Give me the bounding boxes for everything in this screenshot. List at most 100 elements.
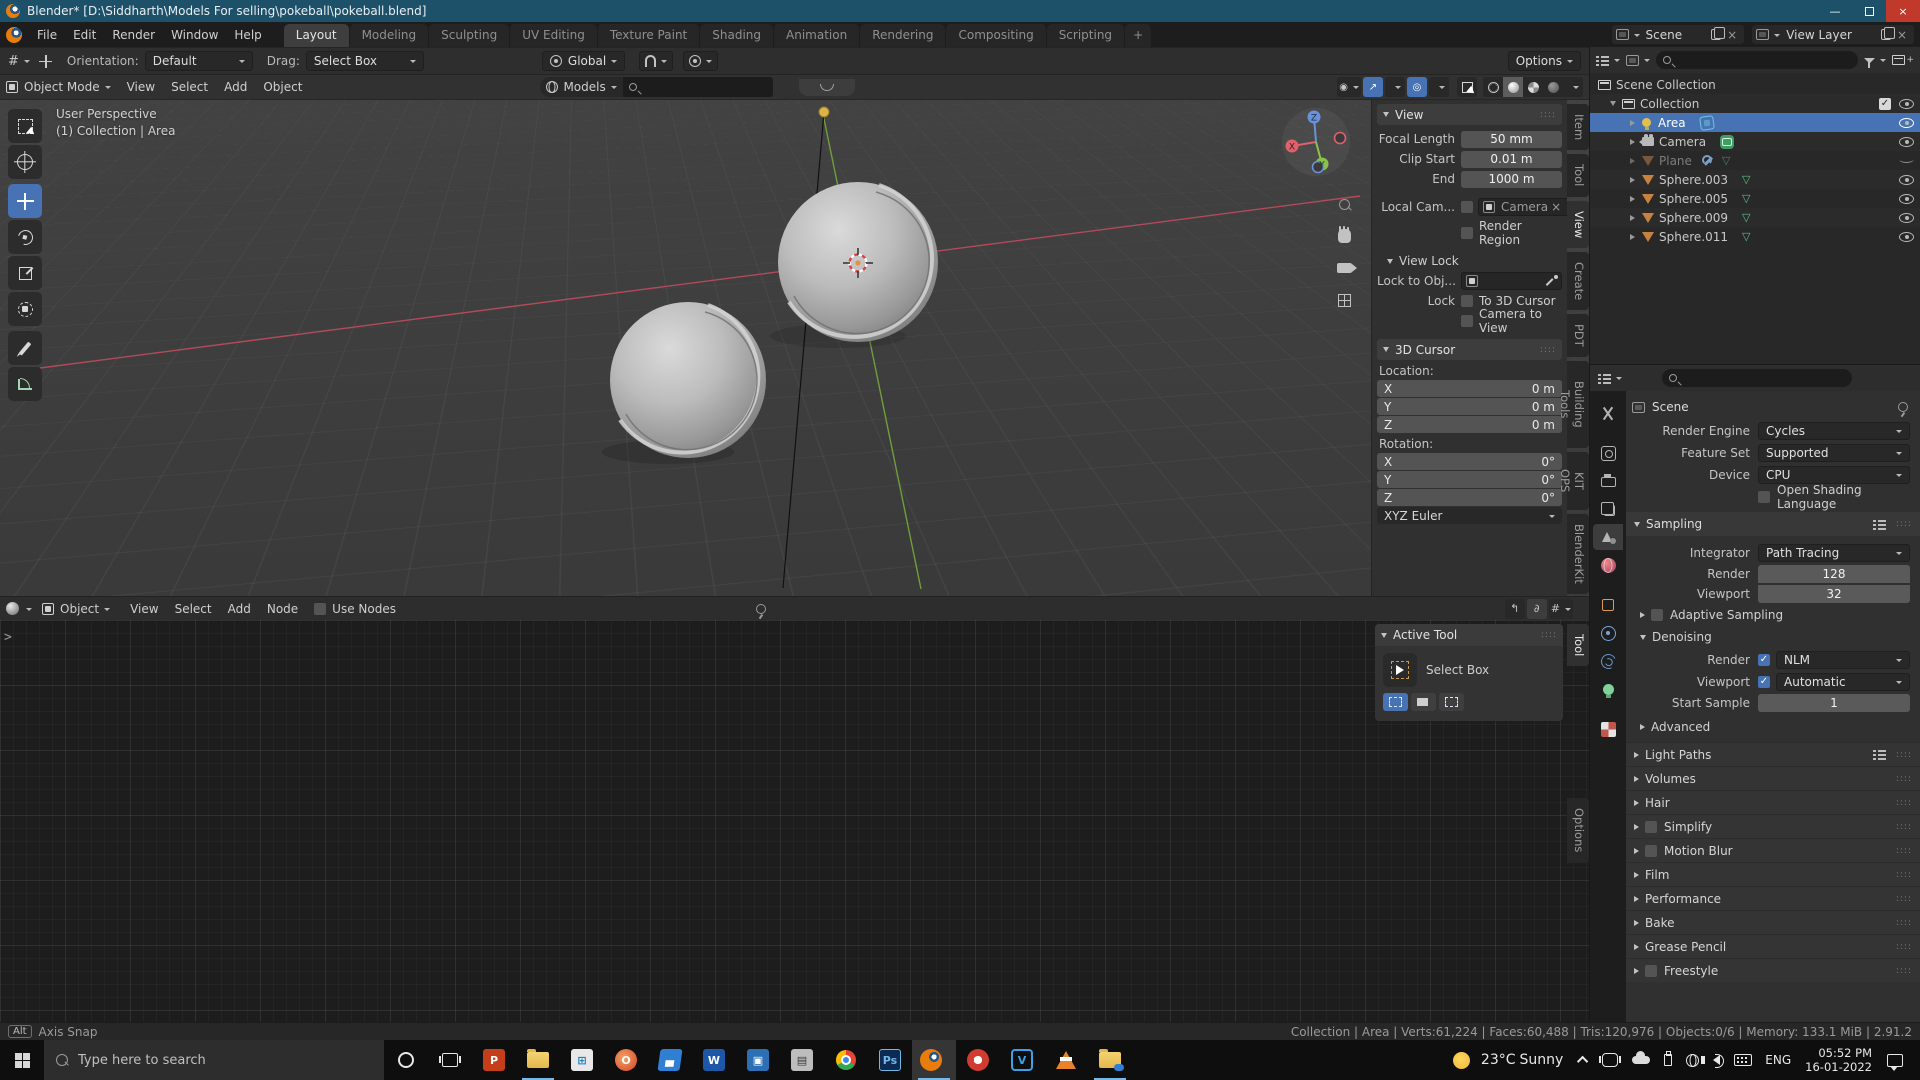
cursor-rotation-z[interactable]: Z 0° (1377, 489, 1562, 506)
gizmos-dropdown[interactable] (1385, 77, 1405, 97)
tab-compositing[interactable]: Compositing (946, 24, 1046, 47)
outliner-row-collection[interactable]: Collection ✓ (1590, 94, 1920, 113)
blenderkit-search-input[interactable] (622, 77, 773, 97)
ortho-toggle-button[interactable] (1332, 288, 1356, 312)
section-film[interactable]: Film:::: (1626, 862, 1920, 886)
drag-grip-icon[interactable]: :::: (1896, 918, 1912, 928)
shading-material-button[interactable] (1523, 77, 1543, 97)
outliner-filter-dropdown[interactable] (1864, 57, 1887, 68)
motion-blur-checkbox[interactable] (1645, 844, 1657, 857)
sidebar-tab-building-tools[interactable]: Building Tools (1558, 360, 1589, 448)
cursor-location-z[interactable]: Z0 m (1377, 416, 1562, 433)
new-scene-icon[interactable] (1711, 27, 1726, 40)
options-dropdown[interactable]: Options (1507, 51, 1581, 71)
clear-icon[interactable]: × (1548, 200, 1564, 214)
panel-view-header[interactable]: View:::: (1377, 104, 1562, 125)
tool-scale[interactable] (8, 256, 42, 290)
properties-tab-render[interactable] (1593, 440, 1623, 466)
blenderkit-assetbar-toggle[interactable] (798, 78, 855, 96)
outliner-search-input[interactable] (1656, 51, 1859, 69)
clip-start-field[interactable]: 0.01 m (1461, 150, 1562, 168)
tool-rotate[interactable] (8, 220, 42, 254)
taskbar-clock[interactable]: 05:52 PM 16-01-2022 (1805, 1046, 1872, 1074)
minimize-button[interactable]: — (1818, 0, 1852, 22)
tool-transform[interactable] (8, 292, 42, 326)
section-simplify[interactable]: Simplify:::: (1626, 814, 1920, 838)
properties-tab-tool[interactable] (1593, 400, 1623, 426)
tab-modeling[interactable]: Modeling (349, 24, 429, 47)
xray-toggle[interactable] (1457, 77, 1477, 97)
mode-dropdown[interactable]: Object Mode (6, 80, 111, 94)
node-sidebar-tab-options[interactable]: Options (1567, 798, 1589, 863)
denoise-render-dropdown[interactable]: NLM (1776, 650, 1910, 669)
task-view-button[interactable] (428, 1040, 472, 1080)
shading-wireframe-button[interactable] (1483, 77, 1503, 97)
active-tool-header[interactable]: Active Tool:::: (1375, 624, 1563, 646)
start-button[interactable] (0, 1040, 44, 1080)
taskbar-onedrive-folder[interactable] (1088, 1040, 1132, 1080)
samples-render-field[interactable]: 128 (1758, 564, 1910, 583)
drag-grip-icon[interactable]: :::: (1896, 774, 1912, 784)
simplify-checkbox[interactable] (1645, 820, 1657, 833)
start-sample-field[interactable]: 1 (1758, 693, 1910, 712)
outliner-row-scene-collection[interactable]: Scene Collection (1590, 75, 1920, 94)
osl-checkbox[interactable] (1758, 490, 1770, 503)
denoise-viewport-dropdown[interactable]: Automatic (1776, 672, 1910, 691)
camera-view-button[interactable] (1332, 256, 1357, 280)
panel-view-lock-header[interactable]: View Lock (1377, 251, 1562, 271)
pin-icon[interactable] (755, 603, 766, 614)
properties-tab-constraints[interactable] (1593, 648, 1623, 674)
editor-type-dropdown[interactable] (6, 602, 32, 615)
outliner-row-camera[interactable]: Camera (1590, 132, 1920, 151)
tool-measure[interactable] (8, 367, 42, 401)
eye-icon[interactable] (1899, 136, 1914, 147)
adaptive-sampling-row[interactable]: Adaptive Sampling (1630, 604, 1910, 626)
tool-select-box[interactable] (8, 109, 42, 143)
weather-icon[interactable] (1452, 1051, 1470, 1069)
select-mode-subtract[interactable] (1439, 693, 1464, 711)
shading-rendered-button[interactable] (1543, 77, 1563, 97)
tray-volume[interactable] (1701, 1054, 1725, 1068)
parent-node-button[interactable]: ↰ (1504, 598, 1525, 619)
section-bake[interactable]: Bake:::: (1626, 910, 1920, 934)
tab-layout[interactable]: Layout (283, 24, 349, 47)
taskbar-store[interactable]: ⊞ (560, 1040, 604, 1080)
expand-icon[interactable] (1630, 195, 1635, 202)
focal-length-field[interactable]: 50 mm (1461, 130, 1562, 148)
expand-icon[interactable] (1630, 214, 1635, 221)
drag-grip-icon[interactable]: :::: (1896, 966, 1912, 976)
sidebar-tab-pdt[interactable]: PDT (1567, 314, 1589, 357)
expand-icon[interactable] (1610, 101, 1616, 106)
tab-shading[interactable]: Shading (700, 24, 773, 47)
taskbar-video-cutter[interactable]: ✂ (956, 1040, 1000, 1080)
drag-grip-icon[interactable]: :::: (1540, 345, 1556, 355)
section-hair[interactable]: Hair:::: (1626, 790, 1920, 814)
tray-onedrive[interactable] (1632, 1051, 1651, 1064)
eye-icon[interactable] (1899, 98, 1914, 109)
cortana-button[interactable] (384, 1040, 428, 1080)
shading-dropdown[interactable] (1563, 77, 1583, 97)
gizmos-toggle[interactable]: ↗ (1363, 77, 1383, 97)
eye-icon[interactable] (1899, 193, 1914, 204)
outliner-filter-mode-dropdown[interactable] (1626, 54, 1650, 66)
node-menu-view[interactable]: View (122, 597, 166, 620)
denoise-render-checkbox[interactable]: ✓ (1758, 653, 1770, 666)
lock-to-object-field[interactable] (1461, 272, 1562, 290)
pan-button[interactable] (1332, 224, 1356, 248)
denoise-viewport-checkbox[interactable]: ✓ (1758, 675, 1770, 688)
rotation-mode-dropdown[interactable]: XYZ Euler (1377, 507, 1562, 524)
menu-window[interactable]: Window (163, 22, 226, 47)
collection-checkbox[interactable]: ✓ (1879, 97, 1891, 110)
node-menu-select[interactable]: Select (167, 597, 220, 620)
adaptive-sampling-checkbox[interactable] (1651, 609, 1663, 621)
taskbar-remote-desktop[interactable]: ▄ (648, 1040, 692, 1080)
section-performance[interactable]: Performance:::: (1626, 886, 1920, 910)
properties-tab-object-data[interactable] (1593, 676, 1623, 702)
tray-network[interactable] (1686, 1053, 1700, 1067)
maximize-button[interactable] (1852, 0, 1886, 22)
blenderkit-category-dropdown[interactable]: Models (540, 77, 623, 97)
node-menu-node[interactable]: Node (259, 597, 306, 620)
snapping-toggle[interactable] (639, 51, 674, 71)
shader-type-dropdown[interactable]: Object (42, 602, 111, 616)
proportional-editing-toggle[interactable] (683, 51, 719, 71)
